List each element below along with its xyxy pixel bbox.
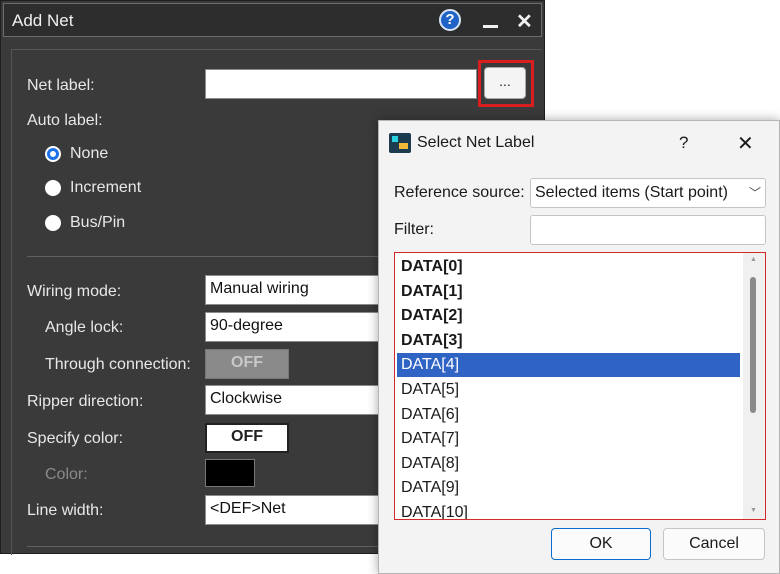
minimize-icon[interactable]	[482, 10, 500, 30]
net-label-list-item[interactable]: DATA[3]	[397, 329, 740, 353]
select-net-label-dialog: Select Net Label ? ✕ Reference source: S…	[378, 120, 780, 574]
reference-source-select[interactable]: Selected items (Start point) ﹀	[530, 178, 766, 208]
net-label-label: Net label:	[27, 77, 95, 94]
auto-label-buspin-radio[interactable]	[45, 215, 61, 231]
reference-source-label: Reference source:	[394, 184, 525, 201]
chevron-down-icon: ﹀	[748, 186, 761, 200]
net-label-list-item[interactable]: DATA[9]	[397, 476, 740, 500]
list-scrollbar[interactable]: ▲ ▼	[743, 253, 765, 519]
net-label-list-item[interactable]: DATA[5]	[397, 378, 740, 402]
filter-label: Filter:	[394, 221, 434, 238]
specify-color-label: Specify color:	[27, 430, 124, 447]
auto-label-none-radio[interactable]	[45, 146, 61, 162]
ripper-direction-label: Ripper direction:	[27, 393, 144, 410]
net-label-list-item[interactable]: DATA[0]	[397, 255, 740, 279]
auto-label-increment-label: Increment	[70, 179, 142, 196]
color-label: Color:	[45, 466, 88, 483]
add-net-title: Add Net	[12, 11, 74, 30]
through-connection-label: Through connection:	[45, 356, 191, 373]
line-width-label: Line width:	[27, 502, 104, 519]
net-label-list-item[interactable]: DATA[6]	[397, 403, 740, 427]
net-label-list[interactable]: DATA[0] DATA[1] DATA[2] DATA[3] DATA[4] DATA[…	[394, 252, 766, 520]
net-label-list-item[interactable]: DATA[7]	[397, 427, 740, 451]
auto-label-none-label: None	[70, 145, 109, 162]
auto-label-label: Auto label:	[27, 112, 103, 129]
add-net-title-bar: Add Net ? ✕	[3, 3, 542, 37]
angle-lock-select[interactable]: 90-degree	[205, 312, 381, 342]
net-label-list-item[interactable]: DATA[10]	[397, 501, 740, 519]
close-icon[interactable]: ✕	[516, 9, 533, 34]
wiring-mode-label: Wiring mode:	[27, 283, 122, 300]
net-label-list-item[interactable]: DATA[8]	[397, 452, 740, 476]
cancel-button[interactable]: Cancel	[663, 528, 765, 560]
line-width-select[interactable]: <DEF>Net	[205, 495, 381, 525]
ripper-direction-select[interactable]: Clockwise	[205, 385, 381, 415]
through-connection-toggle[interactable]: OFF	[205, 349, 289, 379]
close-icon[interactable]: ✕	[737, 131, 754, 156]
help-icon[interactable]: ?	[439, 9, 461, 31]
ok-button[interactable]: OK	[551, 528, 651, 560]
select-net-label-title: Select Net Label	[417, 134, 535, 151]
net-label-list-item[interactable]: DATA[1]	[397, 280, 740, 304]
browse-net-label-button[interactable]: ...	[484, 67, 526, 99]
net-label-list-item[interactable]: DATA[2]	[397, 304, 740, 328]
auto-label-increment-radio[interactable]	[45, 180, 61, 196]
auto-label-buspin-label: Bus/Pin	[70, 214, 126, 231]
net-label-list-item[interactable]: DATA[4]	[397, 353, 740, 378]
reference-source-value: Selected items (Start point)	[535, 184, 728, 201]
filter-input[interactable]	[530, 215, 766, 245]
angle-lock-label: Angle lock:	[45, 319, 124, 336]
net-label-app-icon	[389, 133, 411, 153]
scroll-thumb[interactable]	[750, 277, 756, 413]
net-label-input[interactable]	[205, 69, 477, 99]
specify-color-toggle[interactable]: OFF	[205, 423, 289, 453]
scroll-up-icon[interactable]: ▲	[750, 256, 757, 263]
scroll-down-icon[interactable]: ▼	[750, 507, 757, 514]
color-swatch[interactable]	[205, 459, 255, 487]
help-icon[interactable]: ?	[679, 133, 688, 153]
wiring-mode-select[interactable]: Manual wiring	[205, 275, 381, 305]
